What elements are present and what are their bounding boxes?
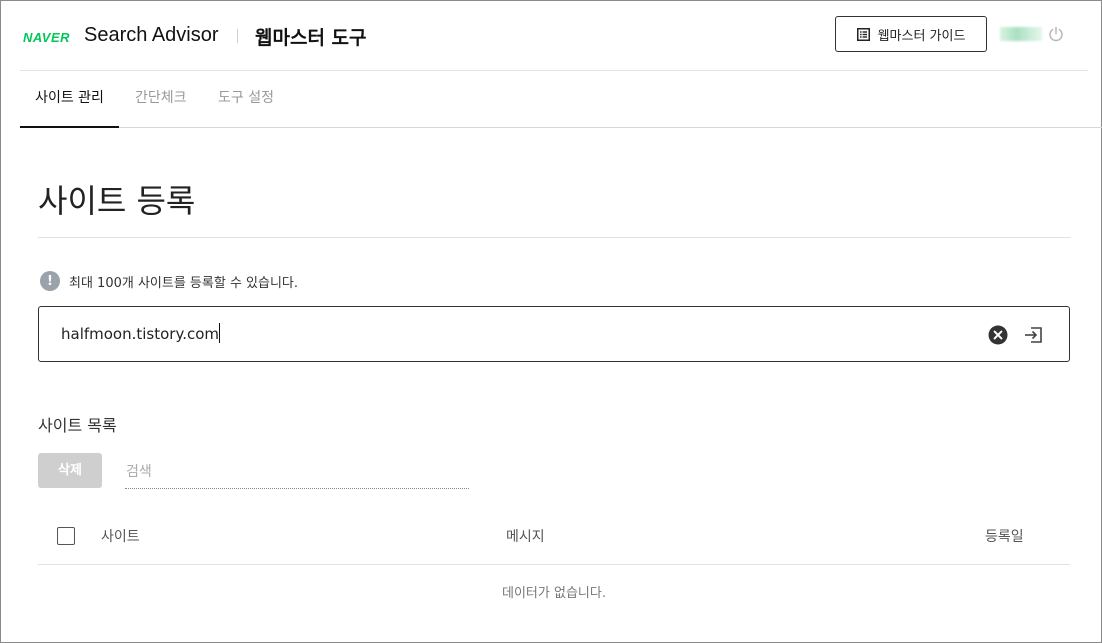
list-icon [856,27,870,41]
submit-arrow-icon[interactable] [1023,324,1045,346]
table-header: 사이트 메시지 등록일 [38,510,1070,565]
select-all-checkbox[interactable] [57,527,75,545]
text-cursor [219,323,220,343]
header-divider [237,29,238,43]
title-divider [38,237,1071,238]
page-section-title: 웹마스터 도구 [255,27,367,49]
clear-icon[interactable] [988,325,1008,345]
header: NAVER Search Advisor 웹마스터 도구 웹마스터 가이드 [20,0,1088,71]
brand-title[interactable]: Search Advisor [84,24,219,47]
page-title: 사이트 등록 [38,182,196,220]
delete-button[interactable]: 삭제 [38,453,102,488]
notice: ! 최대 100개 사이트를 등록할 수 있습니다. [40,271,298,291]
tab-tool-settings[interactable]: 도구 설정 [218,71,274,127]
column-registered-date[interactable]: 등록일 [985,526,1024,546]
nav-tabs: 사이트 관리 간단체크 도구 설정 [20,71,1102,128]
tab-site-management[interactable]: 사이트 관리 [20,71,119,128]
search-input[interactable] [125,455,469,489]
column-site[interactable]: 사이트 [101,526,140,546]
site-url-field [38,306,1070,362]
tab-quick-check[interactable]: 간단체크 [135,71,187,127]
webmaster-guide-label: 웹마스터 가이드 [877,28,966,44]
notice-text: 최대 100개 사이트를 등록할 수 있습니다. [69,275,299,291]
info-icon: ! [40,271,60,291]
naver-logo[interactable]: NAVER [23,30,70,45]
power-icon[interactable] [1048,26,1064,42]
webmaster-guide-button[interactable]: 웹마스터 가이드 [835,16,987,52]
empty-message: 데이터가 없습니다. [502,586,606,601]
site-url-input[interactable] [61,323,961,345]
site-table: 사이트 메시지 등록일 데이터가 없습니다. [38,510,1070,601]
user-id-blurred[interactable] [1000,27,1042,41]
column-message[interactable]: 메시지 [506,526,545,546]
site-list-title: 사이트 목록 [38,416,117,435]
